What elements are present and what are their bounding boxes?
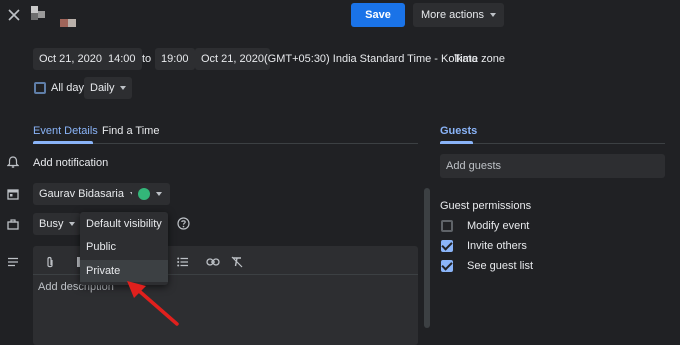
link-icon[interactable] [205, 255, 221, 269]
timezone-value[interactable]: (GMT+05:30) India Standard Time - Kolkat… [264, 53, 478, 65]
calendar-owner-value: Gaurav Bidasaria [39, 188, 124, 200]
all-day-label: All day [51, 82, 85, 94]
availability-dropdown[interactable]: Busy [33, 213, 82, 235]
start-date-value: Oct 21, 2020 [39, 53, 102, 65]
menu-item-public[interactable]: Public [80, 236, 168, 258]
description-icon [6, 255, 20, 269]
bell-icon [6, 155, 20, 169]
more-actions-label: More actions [421, 9, 484, 21]
start-date-field[interactable]: Oct 21, 2020 [33, 48, 108, 70]
save-button-label: Save [365, 9, 391, 21]
guests-tab-indicator [440, 141, 473, 144]
title-thumbnail [31, 6, 81, 28]
calendar-owner-dropdown[interactable]: Gaurav Bidasaria [33, 183, 142, 205]
tab-event-details[interactable]: Event Details [33, 125, 98, 137]
end-time-value: 19:00 [161, 53, 189, 65]
guest-permissions-title: Guest permissions [440, 200, 532, 212]
all-day-checkbox[interactable] [34, 82, 46, 94]
start-time-field[interactable]: 14:00 [102, 48, 142, 70]
invite-others-label: Invite others [467, 240, 527, 252]
briefcase-icon [6, 217, 20, 231]
help-icon[interactable] [176, 216, 190, 230]
timezone-button[interactable]: Time zone [454, 53, 505, 65]
more-actions-button[interactable]: More actions [413, 3, 504, 27]
active-tab-indicator [33, 141, 93, 144]
save-button[interactable]: Save [351, 3, 405, 27]
add-guests-input[interactable]: Add guests [440, 154, 665, 178]
tab-find-a-time[interactable]: Find a Time [102, 125, 159, 137]
availability-value: Busy [39, 218, 64, 230]
event-color-dropdown[interactable] [132, 183, 170, 205]
tab-guests[interactable]: Guests [440, 125, 477, 137]
to-label: to [142, 53, 152, 65]
attachment-icon[interactable] [43, 255, 57, 269]
chevron-down-icon [489, 13, 496, 17]
chevron-down-icon [156, 192, 162, 196]
calendar-icon [6, 187, 20, 201]
modify-event-label: Modify event [467, 220, 530, 232]
left-scrollbar[interactable] [424, 188, 430, 328]
start-time-value: 14:00 [108, 53, 136, 65]
menu-item-default-visibility[interactable]: Default visibility [80, 213, 168, 235]
annotation-arrow [127, 281, 179, 326]
chevron-down-icon [69, 222, 76, 226]
repeat-dropdown[interactable]: Daily [84, 77, 133, 99]
bulleted-list-icon[interactable] [176, 255, 190, 269]
modify-event-checkbox[interactable] [441, 220, 453, 232]
remove-formatting-icon[interactable] [230, 255, 244, 269]
see-guest-list-checkbox[interactable] [441, 260, 453, 272]
end-time-field[interactable]: 19:00 [155, 48, 195, 70]
chevron-down-icon [120, 86, 127, 90]
visibility-menu: Default visibility Public Private [80, 212, 168, 285]
add-guests-placeholder: Add guests [446, 160, 502, 172]
color-dot [138, 188, 150, 200]
end-date-value: Oct 21, 2020 [201, 53, 264, 65]
guests-tab-divider [440, 143, 665, 144]
repeat-value: Daily [90, 82, 115, 94]
see-guest-list-label: See guest list [467, 260, 534, 272]
add-notification-link[interactable]: Add notification [33, 157, 108, 169]
end-date-field[interactable]: Oct 21, 2020 [195, 48, 270, 70]
close-icon[interactable] [6, 7, 22, 23]
invite-others-checkbox[interactable] [441, 240, 453, 252]
